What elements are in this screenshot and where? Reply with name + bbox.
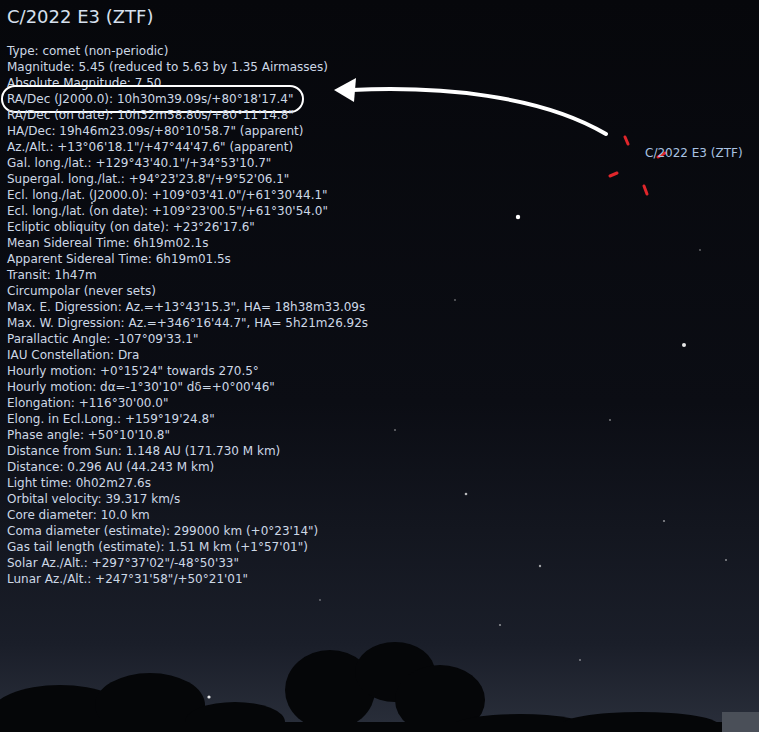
arrow-icon [0,0,759,732]
info-line: Solar Az./Alt.: +297°37'02"/-48°50'33" [7,555,239,571]
info-line: HA/Dec: 19h46m23.09s/+80°10'58.7" (appar… [7,123,303,139]
info-line: Distance from Sun: 1.148 AU (171.730 M k… [7,443,280,459]
info-line: Coma diameter (estimate): 299000 km (+0°… [7,523,318,539]
info-line: Elong. in Ecl.Long.: +159°19'24.8" [7,411,215,427]
info-line: Light time: 0h02m27.6s [7,475,151,491]
star-icon [725,559,727,561]
star-icon [319,599,321,601]
star-icon [465,493,468,496]
info-line: Supergal. long./lat.: +94°23'23.8"/+9°52… [7,171,289,187]
info-line: Elongation: +116°30'00.0" [7,395,168,411]
star-icon [394,429,396,431]
info-line: Phase angle: +50°10'10.8" [7,427,170,443]
tree-silhouette-icon [0,642,759,732]
info-line: Hourly motion: +0°15'24" towards 270.5° [7,363,259,379]
info-line: Ecliptic obliquity (on date): +23°26'17.… [7,219,255,235]
object-title: C/2022 E3 (ZTF) [7,5,759,29]
info-line: Magnitude: 5.45 (reduced to 5.63 by 1.35… [7,59,328,75]
star-icon [579,659,581,661]
info-line: Parallactic Angle: -107°09'33.1" [7,331,198,347]
star-icon [516,215,520,219]
info-line: IAU Constellation: Dra [7,347,139,363]
info-line: Gal. long./lat.: +129°43'40.1"/+34°53'10… [7,155,271,171]
info-line: Max. W. Digression: Az.=+346°16'44.7", H… [7,315,368,331]
info-line: Gas tail length (estimate): 1.51 M km (+… [7,539,308,555]
info-line: Hourly motion: dα=-1°30'10" dδ=+0°00'46" [7,379,275,395]
stellarium-view[interactable]: C/2022 E3 (ZTF)Type: comet (non-periodic… [0,0,759,732]
info-line: Apparent Sidereal Time: 6h19m01.5s [7,251,231,267]
building-icon [722,712,759,732]
star-icon [91,202,93,204]
info-line: Ecl. long./lat. (on date): +109°23'00.5"… [7,203,328,219]
info-line: RA/Dec (on date): 10h32m58.80s/+80°11'14… [7,107,294,123]
star-icon [699,249,701,251]
info-line: RA/Dec (J2000.0): 10h30m39.09s/+80°18'17… [7,91,294,107]
comet-label[interactable]: C/2022 E3 (ZTF) [645,145,743,161]
info-line: Transit: 1h47m [7,267,97,283]
info-line: Circumpolar (never sets) [7,283,156,299]
info-line: Az./Alt.: +13°06'18.1"/+47°44'47.6" (app… [7,139,293,155]
info-line: Orbital velocity: 39.317 km/s [7,491,180,507]
info-line: Max. E. Digression: Az.=+13°43'15.3", HA… [7,299,365,315]
info-line: Type: comet (non-periodic) [7,43,168,59]
star-icon [499,624,501,626]
star-icon [454,299,456,301]
info-line: Lunar Az./Alt.: +247°31'58"/+50°21'01" [7,571,248,587]
star-icon [682,343,686,347]
info-lines: Type: comet (non-periodic)Magnitude: 5.4… [7,43,759,587]
info-line: Mean Sidereal Time: 6h19m02.1s [7,235,208,251]
star-icon [663,520,665,522]
selection-reticle-icon[interactable] [600,130,670,200]
info-panel: C/2022 E3 (ZTF)Type: comet (non-periodic… [0,0,759,587]
info-line: Distance: 0.296 AU (44.243 M km) [7,459,214,475]
info-line: Absolute Magnitude: 7.50 [7,75,161,91]
star-icon [207,695,210,698]
info-line: Core diameter: 10.0 km [7,507,150,523]
info-line: Ecl. long./lat. (J2000.0): +109°03'41.0"… [7,187,328,203]
star-icon [539,565,541,567]
star-icon [609,419,611,421]
